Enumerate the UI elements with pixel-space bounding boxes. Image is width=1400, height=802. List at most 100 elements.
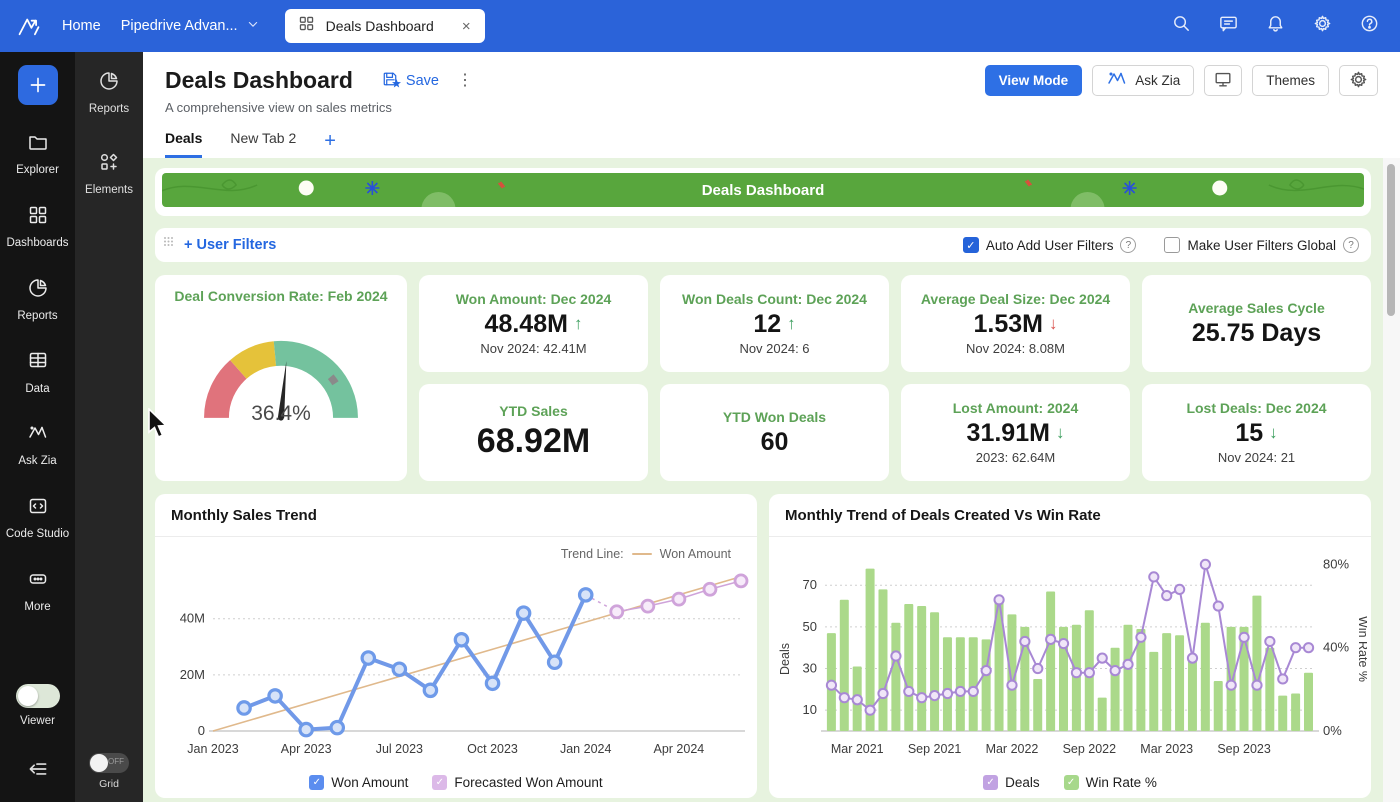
svg-text:40%: 40% [1323, 640, 1349, 655]
sidebar-item-data[interactable]: Data [2, 349, 74, 396]
gear-icon[interactable] [1312, 13, 1333, 39]
unchecked-checkbox[interactable] [1164, 237, 1180, 253]
sidebar-item-label: Data [25, 382, 49, 396]
search-icon[interactable] [1171, 13, 1192, 39]
svg-text:Mar 2023: Mar 2023 [1140, 742, 1193, 756]
scrollbar-track [1383, 158, 1400, 802]
monitor-icon [1213, 69, 1233, 92]
help-circle-icon[interactable]: ? [1120, 237, 1136, 253]
legend-item[interactable]: ✓ Deals [983, 775, 1040, 790]
dashboards-icon [27, 204, 49, 230]
presentation-button[interactable] [1204, 65, 1242, 96]
scrollbar-thumb[interactable] [1387, 164, 1395, 316]
tab-deals[interactable]: Deals [165, 130, 202, 158]
themes-button[interactable]: Themes [1252, 65, 1329, 96]
chart-legend: ✓ Won Amount ✓Forecasted Won Amount [155, 774, 757, 798]
svg-text:0: 0 [198, 723, 205, 738]
chart-legend: ✓ Deals ✓Win Rate % [769, 774, 1371, 798]
open-dashboard-tab[interactable]: Deals Dashboard × [285, 9, 485, 43]
svg-text:Jan 2024: Jan 2024 [560, 742, 611, 756]
more-options-kebab[interactable]: ⋮ [457, 73, 473, 89]
gauge-widget[interactable]: Deal Conversion Rate: Feb 2024 36.4% [155, 275, 407, 481]
svg-text:40M: 40M [180, 611, 205, 626]
sidebar-item-reports[interactable]: Reports [2, 277, 74, 324]
more-icon [27, 568, 49, 594]
ask-zia-button[interactable]: Ask Zia [1092, 65, 1194, 96]
help-circle-icon[interactable]: ? [1343, 237, 1359, 253]
pie-icon [98, 70, 120, 96]
home-link[interactable]: Home [62, 18, 101, 34]
grid-toggle[interactable]: OFF [89, 753, 129, 773]
sidebar-item-label: Reports [17, 309, 57, 323]
sidebar-item-dashboards[interactable]: Dashboards [2, 204, 74, 251]
banner-widget[interactable]: Deals Dashboard [155, 168, 1371, 216]
collapse-sidebar-button[interactable] [26, 757, 50, 786]
panel-item-elements[interactable]: Elements [76, 151, 142, 198]
checked-checkbox[interactable]: ✓ [963, 237, 979, 253]
legend-checkbox[interactable]: ✓ [432, 775, 447, 790]
sidebar-item-more[interactable]: More [2, 568, 74, 615]
sidebar-item-ask-zia[interactable]: Ask Zia [2, 422, 74, 469]
kpi-value: 31.91M↓ [967, 419, 1065, 448]
svg-text:0%: 0% [1323, 723, 1342, 738]
filter-option-0: ✓Auto Add User Filters? [963, 237, 1137, 253]
chat-icon[interactable] [1218, 13, 1239, 39]
kpi-card-0[interactable]: Won Amount: Dec 202448.48M↑Nov 2024: 42.… [419, 275, 648, 372]
kpi-card-1[interactable]: Won Deals Count: Dec 202412↑Nov 2024: 6 [660, 275, 889, 372]
grid-toggle-off-text: OFF [108, 757, 124, 766]
svg-text:Jul 2023: Jul 2023 [376, 742, 423, 756]
add-user-filters-link[interactable]: + User Filters [184, 237, 276, 253]
drag-handle-icon[interactable] [163, 236, 174, 255]
kpi-subtext: Nov 2024: 21 [1218, 450, 1295, 465]
workspace-switcher[interactable]: Pipedrive Advan... [121, 16, 261, 36]
settings-button[interactable] [1339, 65, 1378, 96]
legend-checkbox[interactable]: ✓ [1064, 775, 1079, 790]
create-new-button[interactable] [18, 65, 58, 105]
add-tab-button[interactable]: + [324, 130, 336, 158]
kpi-value: 15↓ [1235, 419, 1277, 448]
sidebar-item-code-studio[interactable]: Code Studio [2, 495, 74, 542]
charts-row: Monthly Sales Trend Trend Line: Won Amou… [155, 494, 1371, 798]
panel-item-reports[interactable]: Reports [76, 70, 142, 117]
save-button[interactable]: Save [381, 70, 439, 92]
kpi-card-2[interactable]: Average Deal Size: Dec 20241.53M↓Nov 202… [901, 275, 1130, 372]
kpi-subtext: Nov 2024: 8.08M [966, 341, 1065, 356]
legend-checkbox[interactable]: ✓ [983, 775, 998, 790]
close-tab-button[interactable]: × [460, 18, 473, 35]
zia-icon [1106, 68, 1128, 93]
dashboard-tabs: Deals New Tab 2 + [143, 115, 1400, 158]
legend-item[interactable]: ✓ Won Amount [309, 775, 408, 790]
kpi-title: YTD Won Deals [723, 409, 826, 425]
viewer-toggle-label: Viewer [20, 715, 55, 727]
kpi-card-5[interactable]: YTD Won Deals60 [660, 384, 889, 481]
kpi-subtext: Nov 2024: 42.41M [480, 341, 586, 356]
kpi-card-7[interactable]: Lost Deals: Dec 202415↓Nov 2024: 21 [1142, 384, 1371, 481]
banner-title: Deals Dashboard [702, 182, 825, 199]
filter-option-1: Make User Filters Global? [1164, 237, 1359, 253]
svg-text:Mar 2021: Mar 2021 [831, 742, 884, 756]
kpi-card-4[interactable]: YTD Sales68.92M [419, 384, 648, 481]
help-icon[interactable] [1359, 13, 1380, 39]
trend-line-legend: Trend Line: Won Amount [561, 547, 731, 561]
legend-item[interactable]: ✓Win Rate % [1064, 775, 1157, 790]
kpi-title: Won Deals Count: Dec 2024 [682, 291, 867, 307]
analytics-logo-icon[interactable] [16, 13, 42, 39]
kpi-card-3[interactable]: Average Sales Cycle25.75 Days [1142, 275, 1371, 372]
legend-label: Won Amount [331, 775, 408, 790]
svg-text:Sep 2023: Sep 2023 [1217, 742, 1271, 756]
svg-text:Jan 2023: Jan 2023 [187, 742, 238, 756]
svg-text:Sep 2022: Sep 2022 [1063, 742, 1117, 756]
monthly-sales-trend-widget[interactable]: Monthly Sales Trend Trend Line: Won Amou… [155, 494, 757, 798]
legend-checkbox[interactable]: ✓ [309, 775, 324, 790]
viewer-toggle[interactable] [16, 684, 60, 708]
view-mode-button[interactable]: View Mode [985, 65, 1083, 96]
kpi-card-6[interactable]: Lost Amount: 202431.91M↓2023: 62.64M [901, 384, 1130, 481]
tab-new-tab-2[interactable]: New Tab 2 [230, 130, 296, 158]
legend-item[interactable]: ✓Forecasted Won Amount [432, 775, 602, 790]
sidebar-item-label: Code Studio [6, 527, 69, 541]
sidebar-item-explorer[interactable]: Explorer [2, 131, 74, 178]
svg-text:Deals: Deals [778, 643, 792, 675]
deals-vs-winrate-widget[interactable]: Monthly Trend of Deals Created Vs Win Ra… [769, 494, 1371, 798]
legend-label: Deals [1005, 775, 1040, 790]
bell-icon[interactable] [1265, 13, 1286, 39]
